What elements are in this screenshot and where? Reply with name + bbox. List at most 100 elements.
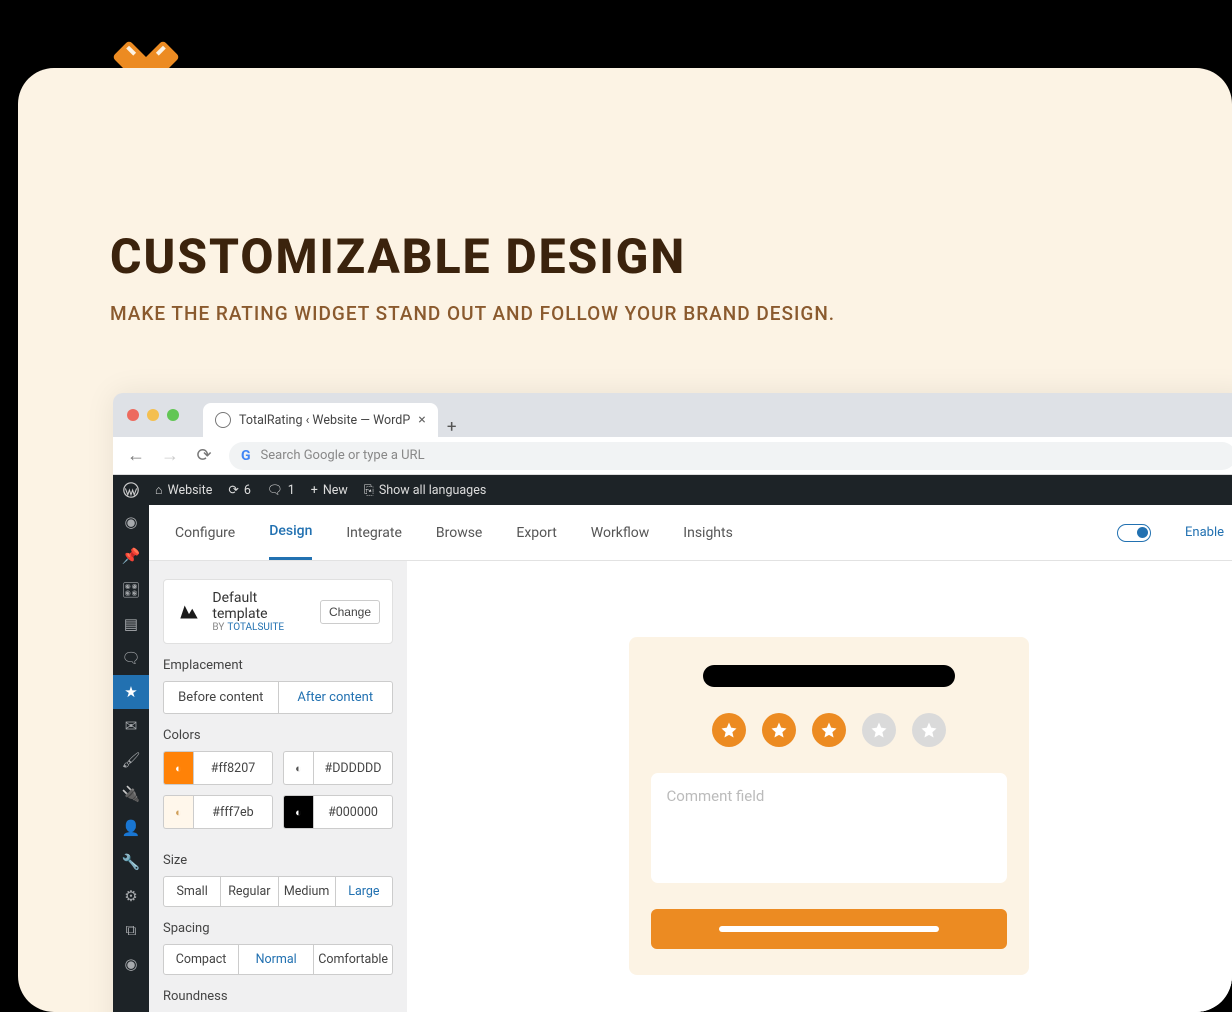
new-label: New (323, 483, 348, 498)
spacing-normal[interactable]: Normal (238, 945, 313, 974)
color-text[interactable]: ◐ #000000 (283, 795, 393, 829)
tab-configure[interactable]: Configure (175, 505, 235, 560)
tab-browse[interactable]: Browse (436, 505, 482, 560)
star-5[interactable] (912, 713, 946, 747)
size-small[interactable]: Small (164, 877, 220, 906)
template-by-label: BY (212, 622, 224, 633)
preview-submit-label-placeholder (719, 926, 939, 932)
design-panel: Default template BY TOTALSUITE Change Em… (149, 561, 407, 1012)
star-4[interactable] (862, 713, 896, 747)
enable-toggle[interactable] (1117, 524, 1151, 542)
enable-label: Enable (1185, 525, 1224, 540)
settings-icon[interactable]: ⚙ (113, 879, 149, 913)
hero-title: CUSTOMIZABLE DESIGN (110, 228, 686, 285)
tab-title: TotalRating ‹ Website — WordP (239, 413, 410, 428)
pages-icon[interactable]: ▤ (113, 607, 149, 641)
new-link[interactable]: + New (311, 483, 348, 498)
media-icon[interactable]: 🎛 (113, 573, 149, 607)
color-secondary[interactable]: ◐ #DDDDDD (283, 751, 393, 785)
forward-icon[interactable]: → (161, 445, 179, 466)
rating-nav-icon[interactable]: ★ (113, 675, 149, 709)
size-label: Size (163, 853, 393, 868)
close-window-icon[interactable] (127, 409, 139, 421)
new-tab-button[interactable]: + (438, 417, 466, 437)
update-icon: ⟳ (228, 482, 238, 498)
change-template-button[interactable]: Change (320, 600, 380, 624)
browser-tabbar: TotalRating ‹ Website — WordP × + (113, 393, 1232, 437)
tools-icon[interactable]: 🔧 (113, 845, 149, 879)
updates-link[interactable]: ⟳ 6 (228, 482, 251, 498)
template-name: Default template (212, 590, 310, 622)
size-regular[interactable]: Regular (220, 877, 277, 906)
page-tabs: Configure Design Integrate Browse Export… (149, 505, 1232, 561)
appearance-icon[interactable]: 🖌 (113, 743, 149, 777)
size-medium[interactable]: Medium (278, 877, 335, 906)
emplacement-after[interactable]: After content (278, 682, 393, 713)
site-link[interactable]: ⌂ Website (155, 483, 212, 498)
preview-comment-input[interactable]: Comment field (651, 773, 1007, 883)
emplacement-label: Emplacement (163, 658, 393, 673)
tab-workflow[interactable]: Workflow (591, 505, 650, 560)
users-icon[interactable]: 👤 (113, 811, 149, 845)
spacing-comfortable[interactable]: Comfortable (313, 945, 392, 974)
template-author[interactable]: TOTALSUITE (227, 622, 284, 633)
comments-nav-icon[interactable]: 🗨 (113, 641, 149, 675)
collapse-icon[interactable]: ⧉ (113, 913, 149, 947)
color-primary[interactable]: ◐ #ff8207 (163, 751, 273, 785)
google-icon: G (241, 448, 251, 464)
tab-integrate[interactable]: Integrate (346, 505, 402, 560)
languages-label: Show all languages (379, 483, 486, 498)
site-name: Website (168, 483, 213, 498)
reload-icon[interactable]: ⟳ (195, 445, 213, 466)
maximize-window-icon[interactable] (167, 409, 179, 421)
wp-sidebar: ◉ 📌 🎛 ▤ 🗨 ★ ✉ 🖌 🔌 👤 🔧 ⚙ ⧉ ◉ (113, 505, 149, 1012)
minimize-window-icon[interactable] (147, 409, 159, 421)
roundness-label: Roundness (163, 989, 393, 1004)
translate-icon: ⎘ (364, 483, 374, 498)
languages-link[interactable]: ⎘ Show all languages (364, 483, 486, 498)
window-controls (127, 393, 203, 437)
wp-logo-icon[interactable] (123, 482, 139, 498)
preview-submit-button[interactable] (651, 909, 1007, 949)
comment-icon: 🗨 (267, 483, 283, 498)
size-large[interactable]: Large (335, 877, 392, 906)
color-text-value: #000000 (313, 795, 393, 829)
emplacement-group: Before content After content (163, 681, 393, 714)
dashboard-icon[interactable]: ◉ (113, 505, 149, 539)
play-icon[interactable]: ◉ (113, 947, 149, 981)
plus-icon: + (311, 483, 318, 498)
tab-design[interactable]: Design (269, 505, 312, 560)
color-secondary-value: #DDDDDD (313, 751, 393, 785)
spacing-group: Compact Normal Comfortable (163, 944, 393, 975)
browser-window: TotalRating ‹ Website — WordP × + ← → ⟳ … (113, 393, 1232, 1012)
back-icon[interactable]: ← (127, 445, 145, 466)
preview-title-placeholder (703, 665, 955, 687)
spacing-label: Spacing (163, 921, 393, 936)
hero-subtitle: MAKE THE RATING WIDGET STAND OUT AND FOL… (110, 302, 835, 325)
pin-icon[interactable]: 📌 (113, 539, 149, 573)
close-tab-icon[interactable]: × (418, 413, 425, 427)
size-group: Small Regular Medium Large (163, 876, 393, 907)
spacing-compact[interactable]: Compact (164, 945, 238, 974)
mail-icon[interactable]: ✉ (113, 709, 149, 743)
comments-link[interactable]: 🗨 1 (267, 483, 295, 498)
browser-tab[interactable]: TotalRating ‹ Website — WordP × (203, 403, 438, 437)
rating-widget-preview: Comment field (629, 637, 1029, 975)
tab-export[interactable]: Export (516, 505, 556, 560)
star-2[interactable] (762, 713, 796, 747)
updates-count: 6 (244, 483, 251, 498)
globe-icon (215, 412, 231, 428)
tab-insights[interactable]: Insights (683, 505, 733, 560)
star-1[interactable] (712, 713, 746, 747)
home-icon: ⌂ (155, 483, 163, 498)
browser-toolbar: ← → ⟳ G Search Google or type a URL (113, 437, 1232, 475)
star-3[interactable] (812, 713, 846, 747)
url-input[interactable]: G Search Google or type a URL (229, 442, 1232, 470)
colors-label: Colors (163, 728, 393, 743)
color-background[interactable]: ◐ #fff7eb (163, 795, 273, 829)
color-primary-value: #ff8207 (193, 751, 273, 785)
plugins-icon[interactable]: 🔌 (113, 777, 149, 811)
marketing-card: CUSTOMIZABLE DESIGN MAKE THE RATING WIDG… (18, 68, 1232, 1012)
preview-stars (712, 713, 946, 747)
emplacement-before[interactable]: Before content (164, 682, 278, 713)
